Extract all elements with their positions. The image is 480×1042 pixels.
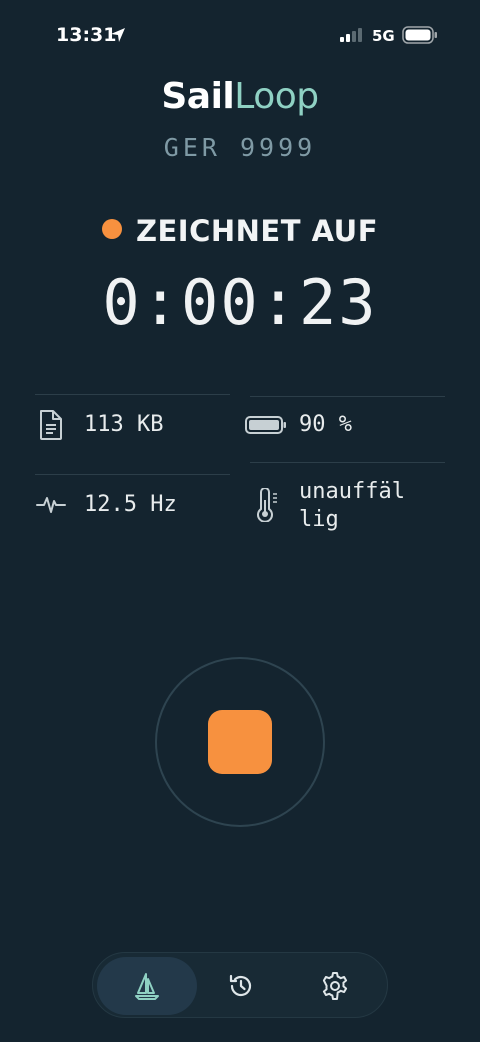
divider [35, 474, 230, 475]
logo-text-sail: Sail [161, 76, 235, 117]
sailboat-icon [135, 973, 159, 1000]
waveform-icon [36, 497, 66, 513]
file-icon [40, 410, 62, 440]
divider [35, 394, 230, 395]
status-time: 13:31 [56, 24, 117, 46]
app-logo: SailLoop [0, 76, 480, 117]
divider [250, 462, 445, 463]
logo-text-loop: oo [253, 76, 297, 117]
temperature-value: unauffäl lig [299, 478, 405, 534]
tab-history[interactable] [191, 957, 291, 1015]
divider [250, 396, 445, 397]
location-arrow-icon [111, 28, 125, 42]
recording-dot-icon [101, 219, 122, 239]
stop-recording-button[interactable] [208, 710, 272, 774]
battery-value: 90 % [299, 412, 352, 437]
tab-settings[interactable] [285, 957, 385, 1015]
temperature-line-2: lig [299, 507, 339, 532]
logo-text-l: L [234, 76, 254, 117]
signal-strength-icon [340, 28, 362, 42]
logo-text-p: p [296, 76, 319, 117]
history-icon [229, 974, 252, 997]
boat-id: GER 9999 [163, 133, 317, 162]
gear-icon [322, 972, 348, 1000]
battery-status-icon [402, 26, 437, 44]
temperature-line-1: unauffäl [299, 479, 405, 504]
thermometer-icon [257, 488, 277, 522]
recording-status: ZEICHNET AUF [0, 214, 480, 248]
status-bar: 13:31 5G [0, 0, 480, 70]
network-type: 5G [372, 27, 395, 45]
tab-record[interactable] [97, 957, 197, 1015]
recording-status-label: ZEICHNET AUF [135, 214, 379, 248]
frequency-value: 12.5 Hz [84, 492, 177, 517]
elapsed-timer: 0:00:23 [102, 266, 378, 339]
file-size-value: 113 KB [84, 412, 164, 437]
battery-icon [245, 416, 286, 434]
tab-bar [92, 952, 388, 1018]
